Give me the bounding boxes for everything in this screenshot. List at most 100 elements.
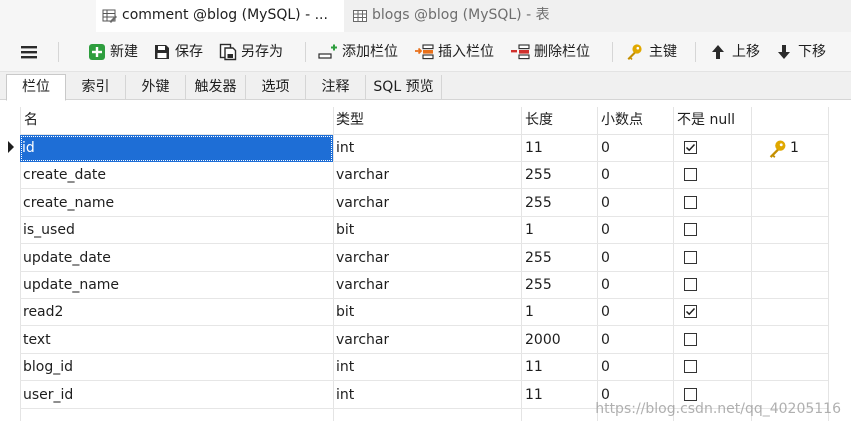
table-row[interactable]: read2 bit 1 0 xyxy=(20,299,828,327)
tab-comment[interactable]: 注释 xyxy=(306,75,366,100)
cell-length[interactable]: 1 xyxy=(525,217,534,244)
not-null-checkbox[interactable] xyxy=(684,223,697,237)
cell-decimals[interactable]: 0 xyxy=(601,327,610,354)
toolbar-separator xyxy=(58,42,59,62)
cell-decimals[interactable]: 0 xyxy=(601,299,610,326)
move-up-button[interactable]: 上移 xyxy=(710,40,766,64)
cell-length[interactable]: 255 xyxy=(525,162,552,189)
cell-type[interactable]: varchar xyxy=(336,190,389,217)
cell-type[interactable]: bit xyxy=(336,299,354,326)
not-null-checkbox[interactable] xyxy=(684,332,697,346)
table-row[interactable]: blog_id int 11 0 xyxy=(20,354,828,382)
cell-decimals[interactable]: 0 xyxy=(601,217,610,244)
delete-field-icon xyxy=(511,44,530,60)
new-button[interactable]: 新建 xyxy=(88,40,148,64)
table-row[interactable]: id int 11 0 1 xyxy=(20,135,828,162)
not-null-checkbox[interactable] xyxy=(684,305,697,319)
toolbar: 新建 保存 另存为 添加栏位 插入栏位 删除栏位 主键 上移 下移 xyxy=(0,32,851,72)
cell-type[interactable]: bit xyxy=(336,217,354,244)
not-null-checkbox[interactable] xyxy=(684,141,697,154)
tab-fields[interactable]: 栏位 xyxy=(6,74,66,101)
cell-length[interactable]: 11 xyxy=(525,382,543,409)
cell-type[interactable]: varchar xyxy=(336,162,389,189)
toolbar-separator xyxy=(305,42,306,62)
cell-type[interactable]: int xyxy=(336,382,354,409)
cell-length[interactable]: 255 xyxy=(525,245,552,272)
column-header-length[interactable]: 长度 xyxy=(525,107,553,134)
table-row[interactable]: is_used bit 1 0 xyxy=(20,217,828,245)
not-null-checkbox[interactable] xyxy=(684,360,697,374)
cell-length[interactable]: 255 xyxy=(525,190,552,217)
cell-type[interactable]: varchar xyxy=(336,272,389,299)
delete-field-label: 删除栏位 xyxy=(534,44,590,60)
cell-name[interactable]: text xyxy=(23,327,51,354)
move-down-button[interactable]: 下移 xyxy=(776,40,834,64)
cell-type[interactable]: int xyxy=(336,354,354,381)
not-null-checkbox[interactable] xyxy=(684,168,697,182)
key-icon xyxy=(769,140,786,158)
insert-field-icon xyxy=(415,44,434,60)
column-header-decimals[interactable]: 小数点 xyxy=(601,107,643,134)
cell-decimals[interactable]: 0 xyxy=(601,272,610,299)
cell-name[interactable]: blog_id xyxy=(23,354,73,381)
table-row[interactable]: create_name varchar 255 0 xyxy=(20,190,828,217)
tab-sql-preview[interactable]: SQL 预览 xyxy=(366,75,442,100)
save-button[interactable]: 保存 xyxy=(153,40,213,64)
cell-type[interactable]: varchar xyxy=(336,327,389,354)
add-field-button[interactable]: 添加栏位 xyxy=(318,40,410,64)
fields-grid: 名 类型 长度 小数点 不是 null id int 11 0 1 create_date… xyxy=(0,101,851,421)
add-field-label: 添加栏位 xyxy=(342,44,398,60)
cell-decimals[interactable]: 0 xyxy=(601,190,610,217)
save-as-icon xyxy=(219,43,237,61)
cell-name[interactable]: update_name xyxy=(23,272,119,299)
cell-type[interactable]: varchar xyxy=(336,245,389,272)
table-design-icon xyxy=(102,9,117,23)
column-header-type[interactable]: 类型 xyxy=(336,107,364,134)
doc-tab-comment[interactable]: comment @blog (MySQL) - ... xyxy=(96,0,344,32)
menu-button[interactable] xyxy=(20,40,42,64)
cell-length[interactable]: 2000 xyxy=(525,327,561,354)
table-row[interactable]: create_date varchar 255 0 xyxy=(20,162,828,190)
cell-name[interactable]: create_name xyxy=(23,190,114,217)
cell-decimals[interactable]: 0 xyxy=(601,354,610,381)
doc-tab-blogs[interactable]: blogs @blog (MySQL) - 表 xyxy=(346,0,576,32)
key-order-number: 1 xyxy=(790,140,799,156)
tab-options[interactable]: 选项 xyxy=(246,75,306,100)
not-null-checkbox[interactable] xyxy=(684,387,697,401)
tab-strip-padding xyxy=(0,0,96,32)
checkmark-icon xyxy=(685,308,696,316)
cell-length[interactable]: 1 xyxy=(525,299,534,326)
table-row[interactable]: text varchar 2000 0 xyxy=(20,327,828,354)
tab-indexes[interactable]: 索引 xyxy=(66,75,126,100)
table-grid-icon xyxy=(353,10,367,22)
tab-triggers[interactable]: 触发器 xyxy=(186,75,246,100)
cell-decimals[interactable]: 0 xyxy=(601,245,610,272)
primary-key-button[interactable]: 主键 xyxy=(625,40,685,64)
cell-length[interactable]: 255 xyxy=(525,272,552,299)
table-row[interactable]: update_date varchar 255 0 xyxy=(20,245,828,272)
cell-name[interactable]: id xyxy=(20,135,333,162)
cell-name[interactable]: create_date xyxy=(23,162,106,189)
not-null-checkbox[interactable] xyxy=(684,195,697,209)
cell-length[interactable]: 11 xyxy=(525,135,543,162)
cell-name[interactable]: update_date xyxy=(23,245,111,272)
cell-name[interactable]: user_id xyxy=(23,382,73,409)
column-header-not-null[interactable]: 不是 null xyxy=(677,107,735,134)
save-as-button[interactable]: 另存为 xyxy=(219,40,295,64)
not-null-checkbox[interactable] xyxy=(684,250,697,264)
column-header-name[interactable]: 名 xyxy=(24,107,38,134)
cell-decimals[interactable]: 0 xyxy=(601,162,610,189)
cell-length[interactable]: 11 xyxy=(525,354,543,381)
toolbar-separator xyxy=(612,42,613,62)
cell-decimals[interactable]: 0 xyxy=(601,135,610,162)
tab-foreign-keys[interactable]: 外键 xyxy=(126,75,186,100)
table-row[interactable]: update_name varchar 255 0 xyxy=(20,272,828,299)
delete-field-button[interactable]: 删除栏位 xyxy=(510,40,602,64)
cell-name[interactable]: read2 xyxy=(23,299,63,326)
designer-subtabs: 栏位 索引 外键 触发器 选项 注释 SQL 预览 xyxy=(0,72,851,101)
save-as-label: 另存为 xyxy=(241,44,283,60)
insert-field-button[interactable]: 插入栏位 xyxy=(414,40,506,64)
cell-type[interactable]: int xyxy=(336,135,354,162)
cell-name[interactable]: is_used xyxy=(23,217,75,244)
not-null-checkbox[interactable] xyxy=(684,278,697,291)
